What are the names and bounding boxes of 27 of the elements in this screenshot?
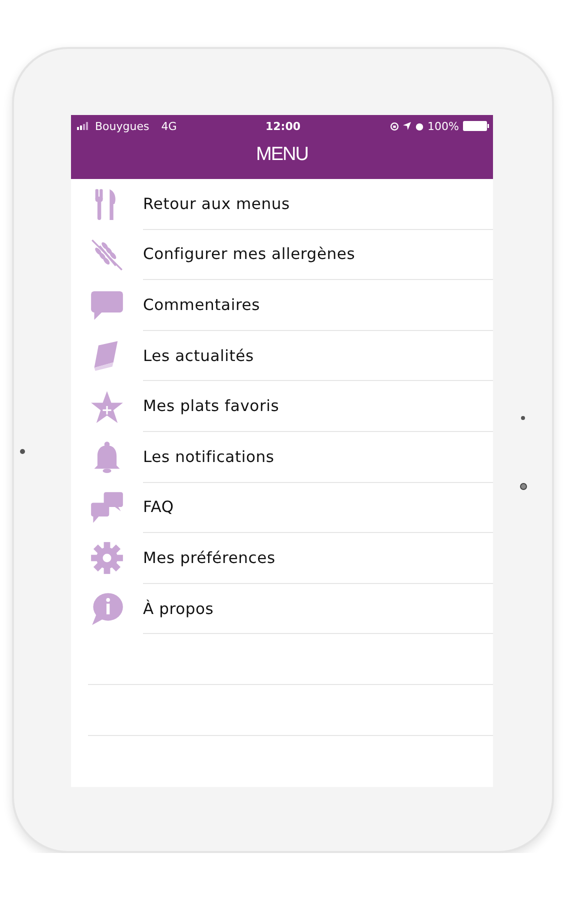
lock-rotation-icon xyxy=(390,122,399,130)
battery-percent: 100% xyxy=(428,120,459,132)
crossed-wheat-icon xyxy=(90,238,124,272)
carrier-name: Bouygues xyxy=(95,120,150,132)
menu-item[interactable]: Les actualités xyxy=(71,330,493,382)
network-type: 4G xyxy=(161,120,177,132)
menu-item[interactable]: Mes plats favoris xyxy=(71,381,493,432)
star-plus-icon xyxy=(90,390,124,424)
status-time: 12:00 xyxy=(265,120,300,132)
menu-item[interactable]: À propos xyxy=(71,584,493,634)
question-answer-icon xyxy=(90,490,124,525)
menu-item[interactable]: Mes préférences xyxy=(71,533,493,584)
sensor-dot xyxy=(521,416,525,420)
camera-dot xyxy=(520,483,527,490)
signal-icon xyxy=(77,122,91,130)
sensor-dot xyxy=(20,449,25,454)
menu-item[interactable]: FAQ xyxy=(71,482,493,534)
menu-item[interactable]: Les notifications xyxy=(71,432,493,483)
menu-item[interactable]: Configurer mes allergènes xyxy=(71,230,493,280)
speech-bubble-icon xyxy=(90,288,124,322)
header-title: MENU xyxy=(255,143,309,167)
location-icon xyxy=(402,122,411,130)
menu-item[interactable]: Commentaires xyxy=(71,280,493,331)
gear-icon xyxy=(90,541,124,576)
info-bubble-icon xyxy=(90,592,124,626)
battery-icon xyxy=(462,121,489,131)
menu-item[interactable]: Retour aux menus xyxy=(71,179,493,230)
